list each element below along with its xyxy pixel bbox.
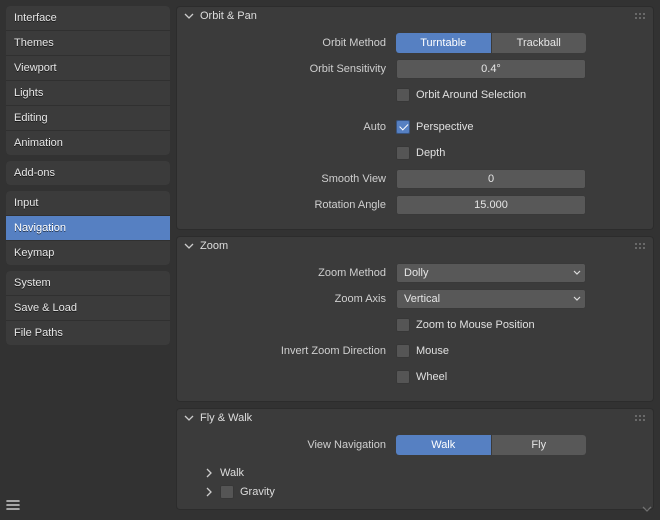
panel-header-orbit-pan[interactable]: Orbit & Pan [176, 6, 654, 26]
auto-perspective-checkbox[interactable] [396, 120, 410, 134]
subpanel-walk[interactable]: Walk [188, 464, 642, 482]
label-zoom-axis: Zoom Axis [188, 293, 388, 305]
label-auto: Auto [188, 121, 388, 133]
label-orbit-sensitivity: Orbit Sensitivity [188, 63, 388, 75]
panel-grip-icon[interactable] [634, 414, 648, 422]
zoom-axis-value: Vertical [404, 293, 440, 305]
label-invert-zoom: Invert Zoom Direction [188, 345, 388, 357]
panel-title: Orbit & Pan [200, 10, 257, 22]
panel-grip-icon[interactable] [634, 242, 648, 250]
sidebar-item-save-load[interactable]: Save & Load [6, 296, 170, 321]
label-zoom-method: Zoom Method [188, 267, 388, 279]
panel-title: Zoom [200, 240, 228, 252]
orbit-sensitivity-field[interactable]: 0.4° [396, 59, 586, 79]
preferences-main: Orbit & Pan Orbit Method Turntable Track… [176, 0, 660, 520]
panel-header-fly-walk[interactable]: Fly & Walk [176, 408, 654, 428]
sidebar-item-input[interactable]: Input [6, 191, 170, 216]
view-navigation-fly[interactable]: Fly [492, 435, 587, 455]
auto-depth-label: Depth [416, 147, 445, 159]
zoom-method-value: Dolly [404, 267, 428, 279]
sidebar-item-file-paths[interactable]: File Paths [6, 321, 170, 345]
panel-grip-icon[interactable] [634, 12, 648, 20]
zoom-method-select[interactable]: Dolly [396, 263, 586, 283]
label-orbit-method: Orbit Method [188, 37, 388, 49]
hamburger-menu-icon[interactable] [4, 496, 22, 514]
label-smooth-view: Smooth View [188, 173, 388, 185]
label-rotation-angle: Rotation Angle [188, 199, 388, 211]
auto-depth-checkbox[interactable] [396, 146, 410, 160]
sidebar-item-animation[interactable]: Animation [6, 131, 170, 155]
invert-wheel-label: Wheel [416, 371, 447, 383]
invert-mouse-label: Mouse [416, 345, 449, 357]
sidebar-item-editing[interactable]: Editing [6, 106, 170, 131]
orbit-method-toggle[interactable]: Turntable Trackball [396, 33, 586, 53]
auto-perspective-label: Perspective [416, 121, 473, 133]
orbit-method-turntable[interactable]: Turntable [396, 33, 492, 53]
panel-title: Fly & Walk [200, 412, 252, 424]
sidebar-item-addons[interactable]: Add-ons [6, 161, 170, 185]
smooth-view-field[interactable]: 0 [396, 169, 586, 189]
orbit-method-trackball[interactable]: Trackball [492, 33, 587, 53]
chevron-down-icon [184, 241, 194, 251]
sidebar-item-system[interactable]: System [6, 271, 170, 296]
sidebar-item-keymap[interactable]: Keymap [6, 241, 170, 265]
panel-zoom: Zoom Zoom Method Dolly Zoom Axis [176, 236, 654, 402]
rotation-angle-field[interactable]: 15.000 [396, 195, 586, 215]
preferences-sidebar: Interface Themes Viewport Lights Editing… [0, 0, 176, 520]
chevron-down-icon [573, 269, 581, 277]
bottom-bar [0, 490, 654, 520]
chevron-right-icon [204, 468, 214, 478]
orbit-around-selection-label: Orbit Around Selection [416, 89, 526, 101]
zoom-to-mouse-checkbox[interactable] [396, 318, 410, 332]
sidebar-item-themes[interactable]: Themes [6, 31, 170, 56]
sidebar-item-viewport[interactable]: Viewport [6, 56, 170, 81]
view-navigation-toggle[interactable]: Walk Fly [396, 435, 586, 455]
panel-header-zoom[interactable]: Zoom [176, 236, 654, 256]
view-navigation-walk[interactable]: Walk [396, 435, 492, 455]
chevron-down-icon [184, 413, 194, 423]
orbit-around-selection-checkbox[interactable] [396, 88, 410, 102]
invert-wheel-checkbox[interactable] [396, 370, 410, 384]
zoom-to-mouse-label: Zoom to Mouse Position [416, 319, 535, 331]
sidebar-item-lights[interactable]: Lights [6, 81, 170, 106]
invert-mouse-checkbox[interactable] [396, 344, 410, 358]
label-view-navigation: View Navigation [188, 439, 388, 451]
subpanel-walk-label: Walk [220, 467, 244, 479]
sidebar-item-interface[interactable]: Interface [6, 6, 170, 31]
sidebar-item-navigation[interactable]: Navigation [6, 216, 170, 241]
panel-orbit-pan: Orbit & Pan Orbit Method Turntable Track… [176, 6, 654, 230]
chevron-down-icon [184, 11, 194, 21]
zoom-axis-select[interactable]: Vertical [396, 289, 586, 309]
chevron-down-icon [573, 295, 581, 303]
